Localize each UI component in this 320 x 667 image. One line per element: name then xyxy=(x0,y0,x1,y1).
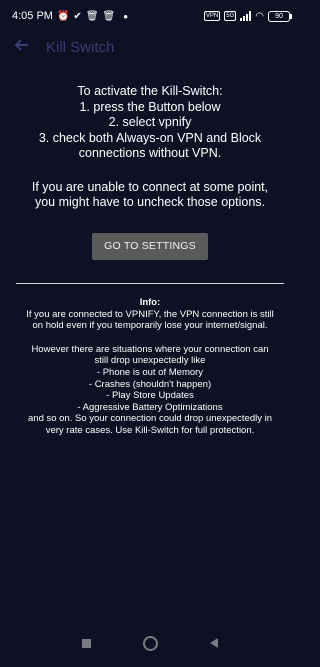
go-to-settings-button[interactable]: GO TO SETTINGS xyxy=(92,232,208,260)
status-left: 4:05 PM ⏰ ✔ 🗑 🗑 ● xyxy=(12,10,128,22)
unable-line: you might have to uncheck those options. xyxy=(34,195,265,209)
vpn-badge: VPN xyxy=(203,11,221,21)
battery-icon: 90 xyxy=(268,10,292,22)
instruction-line: connections without VPN. xyxy=(78,146,222,160)
info-heading: Info: xyxy=(139,297,161,308)
signal-icon xyxy=(240,11,252,21)
info-section: Info: If you are connected to VPNIFY, th… xyxy=(0,297,300,437)
trash-icon: 🗑 xyxy=(102,10,116,22)
instruction-line: 2. select vpnify xyxy=(108,115,192,129)
recents-button[interactable] xyxy=(82,638,91,648)
alarm-icon: ⏰ xyxy=(56,10,70,22)
info-line: and so on. So your connection could drop… xyxy=(28,413,272,425)
main-content: To activate the Kill-Switch: 1. press th… xyxy=(0,84,300,260)
home-button[interactable] xyxy=(143,635,158,651)
info-line: If you are connected to VPNIFY, the VPN … xyxy=(26,308,274,320)
unable-line: If you are unable to connect at some poi… xyxy=(31,179,269,194)
status-time: 4:05 PM xyxy=(12,10,53,22)
more-notifications-icon: ● xyxy=(123,11,129,21)
instructions: To activate the Kill-Switch: 1. press th… xyxy=(0,84,300,162)
arrow-left-icon[interactable] xyxy=(14,37,34,57)
divider xyxy=(16,283,284,284)
arrow-left-icon-svg xyxy=(14,39,28,51)
system-nav-bar xyxy=(0,619,300,667)
instruction-line: To activate the Kill-Switch: xyxy=(77,84,223,98)
instruction-line: 1. press the Button below xyxy=(79,99,221,114)
back-button[interactable] xyxy=(210,638,218,648)
info-line: still drop unexpectedly like xyxy=(94,355,206,367)
battery-level: 90 xyxy=(275,12,283,20)
info-line: on hold even if you temporarily lose you… xyxy=(32,320,268,332)
info-line: - Aggressive Battery Optimizations xyxy=(77,401,223,413)
status-bar: 4:05 PM ⏰ ✔ 🗑 🗑 ● VPN 5G ◠ 90 xyxy=(0,0,300,32)
info-line: - Play Store Updates xyxy=(106,390,194,402)
info-line: - Phone is out of Memory xyxy=(96,366,204,378)
info-line: However there are situations where your … xyxy=(31,343,269,355)
page-title: Kill Switch xyxy=(46,38,115,56)
data-icon: 5G xyxy=(224,11,237,21)
check-icon: ✔ xyxy=(73,10,82,22)
instruction-line: 3. check both Always-on VPN and Block xyxy=(38,130,262,145)
trash-icon: 🗑 xyxy=(85,10,99,22)
info-line: - Crashes (shouldn't happen) xyxy=(88,378,212,390)
info-line: very rate cases. Use Kill-Switch for ful… xyxy=(45,424,255,436)
app-bar: Kill Switch xyxy=(0,32,300,62)
wifi-icon: ◠ xyxy=(255,10,264,22)
unable-note: If you are unable to connect at some poi… xyxy=(0,180,300,211)
status-right: VPN 5G ◠ 90 xyxy=(203,10,292,22)
